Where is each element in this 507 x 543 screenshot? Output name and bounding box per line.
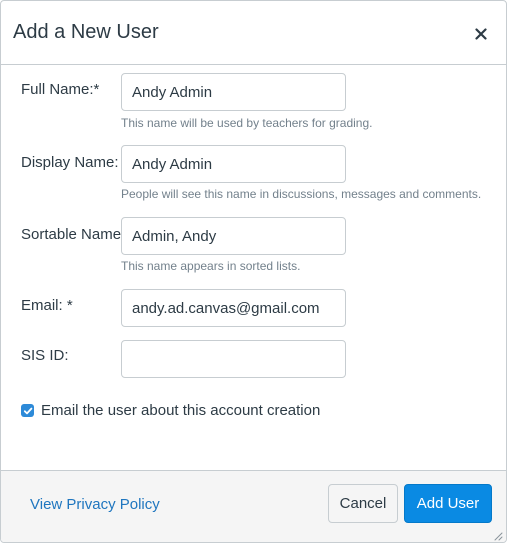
cancel-button[interactable]: Cancel bbox=[328, 484, 398, 523]
full-name-input[interactable] bbox=[121, 73, 346, 111]
sis-id-label: SIS ID: bbox=[21, 347, 69, 364]
notify-user-label: Email the user about this account creati… bbox=[41, 402, 321, 419]
dialog-header: Add a New User bbox=[1, 1, 506, 65]
dialog-title: Add a New User bbox=[13, 21, 159, 43]
email-input[interactable] bbox=[121, 289, 346, 327]
close-icon bbox=[475, 28, 487, 40]
dialog-footer: View Privacy Policy Cancel Add User bbox=[1, 470, 506, 542]
add-user-button[interactable]: Add User bbox=[404, 484, 492, 523]
display-name-input[interactable] bbox=[121, 145, 346, 183]
full-name-label: Full Name:* bbox=[21, 81, 100, 98]
email-label: Email: * bbox=[21, 297, 73, 314]
checkmark-icon bbox=[23, 407, 32, 414]
sortable-name-label: Sortable Name: bbox=[21, 226, 126, 243]
privacy-policy-link[interactable]: View Privacy Policy bbox=[30, 496, 160, 513]
notify-user-option[interactable]: Email the user about this account creati… bbox=[21, 402, 320, 419]
resize-handle-icon[interactable] bbox=[492, 530, 503, 541]
sortable-name-input[interactable] bbox=[121, 217, 346, 255]
display-name-hint: People will see this name in discussions… bbox=[121, 187, 482, 201]
full-name-hint: This name will be used by teachers for g… bbox=[121, 116, 373, 130]
close-button[interactable] bbox=[470, 23, 492, 45]
sis-id-input[interactable] bbox=[121, 340, 346, 378]
display-name-label: Display Name: bbox=[21, 154, 119, 171]
sortable-name-hint: This name appears in sorted lists. bbox=[121, 259, 301, 273]
notify-user-checkbox[interactable] bbox=[21, 404, 34, 417]
add-user-dialog: Add a New User Full Name:* This name wil… bbox=[0, 0, 507, 543]
